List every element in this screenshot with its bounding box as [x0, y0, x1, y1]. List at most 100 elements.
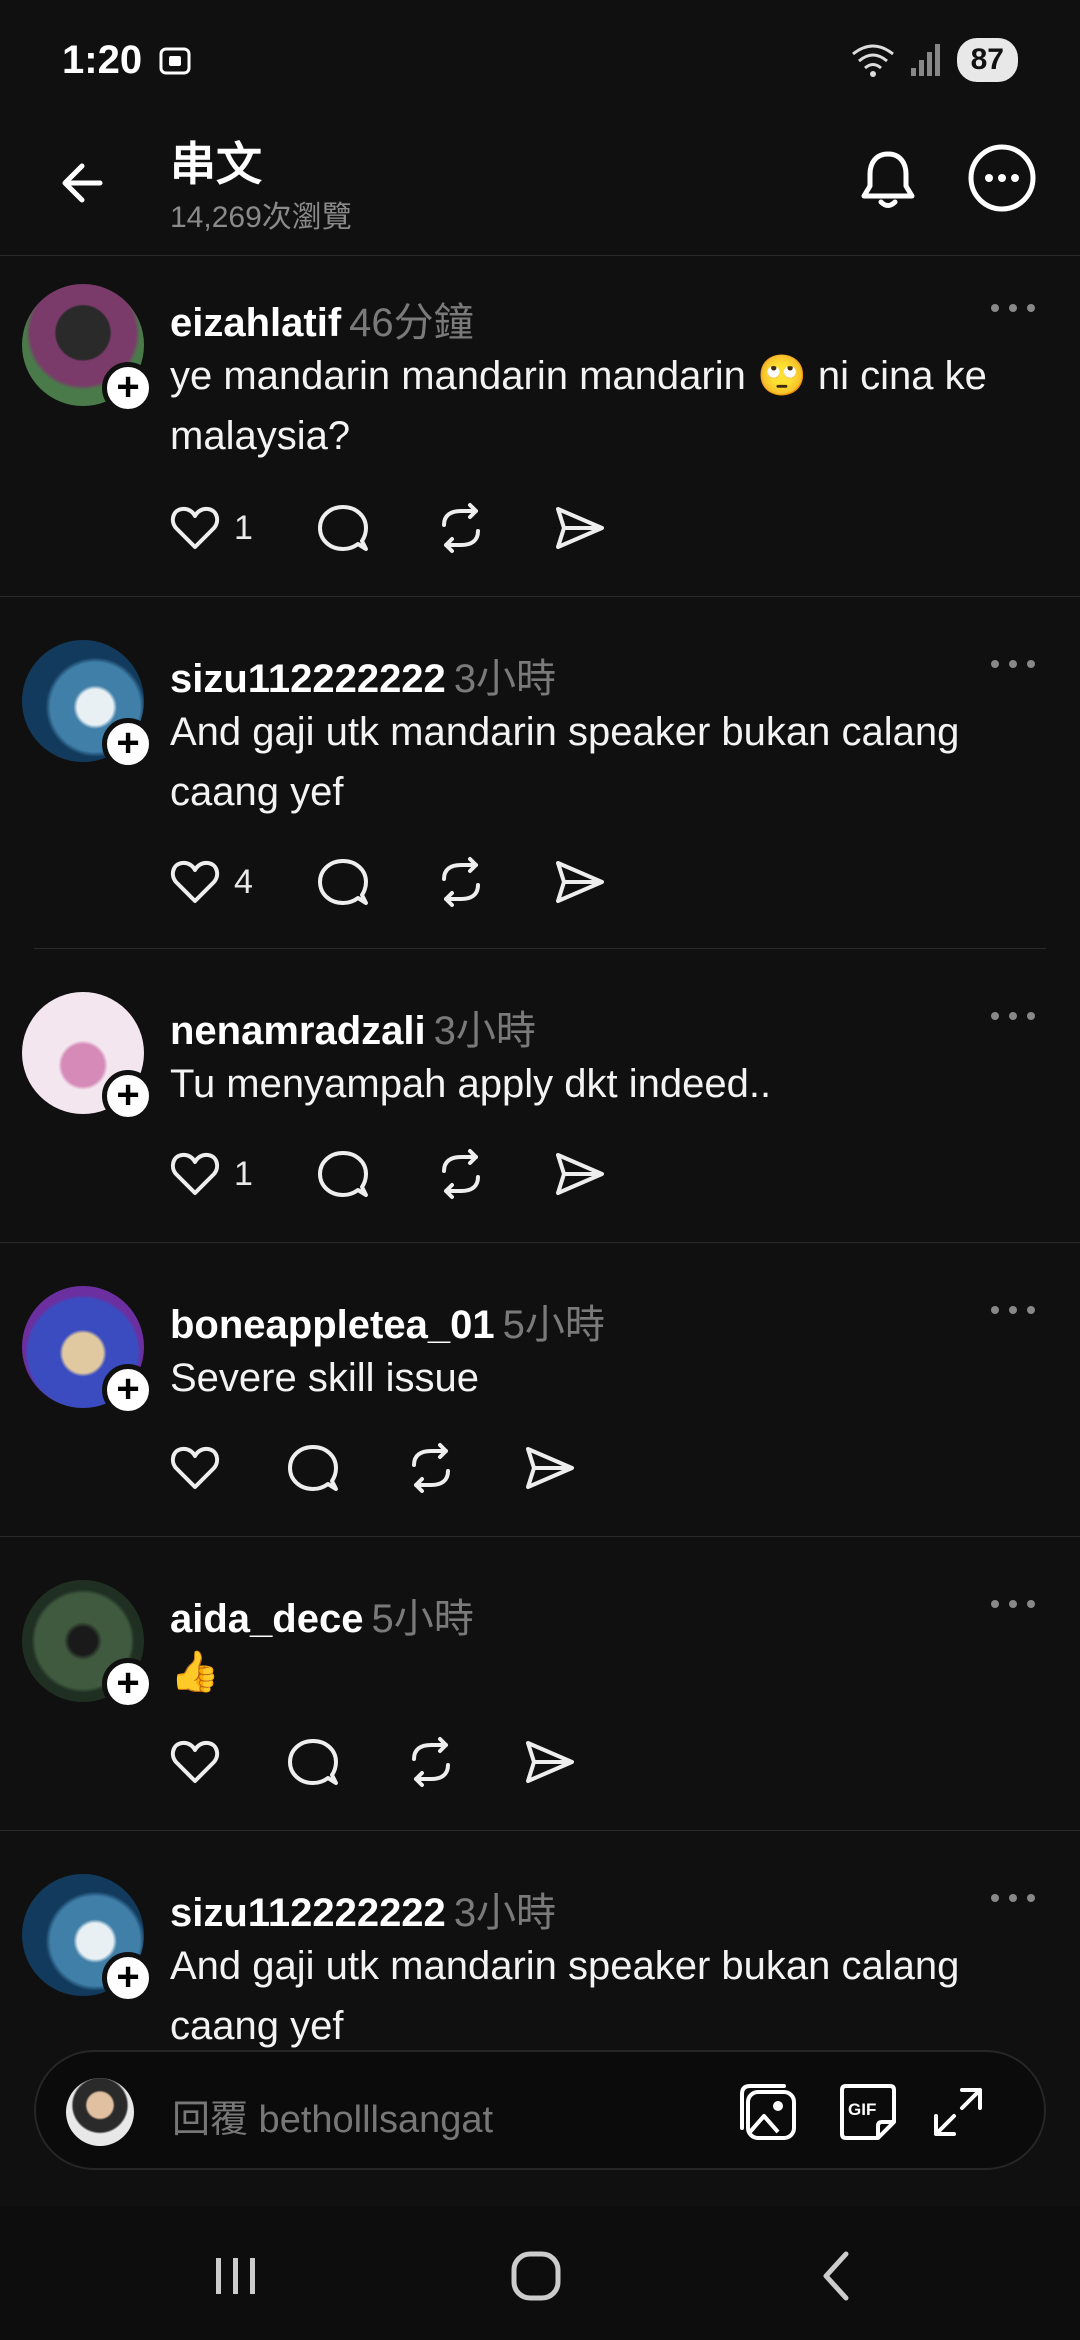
- reply-post: + aida_dece 5小時 👍: [0, 1550, 1080, 1830]
- like-button[interactable]: [168, 1732, 222, 1792]
- svg-text:GIF: GIF: [848, 2100, 876, 2119]
- page-title: 串文: [170, 138, 262, 190]
- thread-header: 串文 14,269次瀏覽: [0, 120, 1080, 256]
- username[interactable]: eizahlatif 46分鐘: [170, 290, 474, 348]
- view-count: 14,269次瀏覽: [170, 201, 352, 234]
- repost-button[interactable]: [434, 1144, 488, 1204]
- post-time: 5小時: [502, 1303, 605, 1347]
- share-button[interactable]: [552, 498, 606, 558]
- gif-icon[interactable]: GIF: [834, 2078, 902, 2146]
- send-icon: [526, 1447, 574, 1489]
- divider: [34, 948, 1046, 949]
- username[interactable]: aida_dece 5小時: [170, 1586, 474, 1644]
- post-menu-icon[interactable]: [988, 296, 1038, 320]
- like-button[interactable]: 1: [168, 498, 253, 558]
- comment-button[interactable]: [316, 498, 370, 558]
- post-text: Severe skill issue: [170, 1356, 480, 1400]
- send-icon: [526, 1741, 574, 1783]
- expand-icon[interactable]: [924, 2078, 992, 2146]
- repost-button[interactable]: [404, 1438, 458, 1498]
- divider: [0, 1242, 1080, 1243]
- like-button[interactable]: [168, 1438, 222, 1498]
- reply-input[interactable]: 回覆 betholllsangat GIF: [34, 2050, 1046, 2170]
- repost-button[interactable]: [404, 1732, 458, 1792]
- comment-button[interactable]: [316, 1144, 370, 1204]
- status-bar: 1:20 87: [0, 0, 1080, 120]
- like-count: 4: [234, 862, 253, 901]
- notification-bell-icon[interactable]: [852, 144, 924, 216]
- send-icon: [556, 861, 604, 903]
- post-menu-icon[interactable]: [988, 1886, 1038, 1910]
- post-text: Tu menyampah apply dkt indeed..: [170, 1062, 772, 1106]
- share-button[interactable]: [522, 1438, 576, 1498]
- status-time: 1:20: [62, 38, 143, 82]
- post-menu-icon[interactable]: [988, 1004, 1038, 1028]
- follow-button[interactable]: +: [102, 1658, 154, 1710]
- repost-icon: [442, 1149, 480, 1199]
- repost-button[interactable]: [434, 498, 488, 558]
- post-time: 3小時: [433, 1009, 536, 1053]
- reply-composer: 回覆 betholllsangat GIF: [0, 2050, 1080, 2206]
- screenshot-icon: [159, 47, 191, 75]
- post-text: ye mandarin mandarin mandarin 🙄 ni cina …: [170, 354, 987, 458]
- like-button[interactable]: 1: [168, 1144, 253, 1204]
- post-text: And gaji utk mandarin speaker bukan cala…: [170, 1944, 960, 2048]
- my-avatar: [66, 2078, 134, 2146]
- follow-button[interactable]: +: [102, 1070, 154, 1122]
- back-arrow-icon[interactable]: [52, 150, 118, 216]
- share-button[interactable]: [522, 1732, 576, 1792]
- follow-button[interactable]: +: [102, 1952, 154, 2004]
- home-icon[interactable]: [506, 2246, 566, 2306]
- repost-button[interactable]: [434, 852, 488, 912]
- username[interactable]: nenamradzali 3小時: [170, 998, 536, 1056]
- comment-icon: [318, 859, 368, 905]
- follow-button[interactable]: +: [102, 362, 154, 414]
- system-navigation-bar: [0, 2206, 1080, 2340]
- reply-placeholder: 回覆 betholllsangat: [172, 2099, 494, 2141]
- comment-button[interactable]: [286, 1732, 340, 1792]
- comment-button[interactable]: [286, 1438, 340, 1498]
- share-button[interactable]: [552, 852, 606, 912]
- post-text: 👍: [170, 1650, 220, 1694]
- send-icon: [556, 507, 604, 549]
- post-time: 5小時: [371, 1597, 474, 1641]
- post-menu-icon[interactable]: [988, 652, 1038, 676]
- comment-icon: [288, 1445, 338, 1491]
- status-indicators: 87: [851, 38, 1018, 82]
- divider: [0, 596, 1080, 597]
- comment-icon: [288, 1739, 338, 1785]
- reply-post: + sizu112222222 3小時 And gaji utk mandarin…: [0, 1844, 1080, 2050]
- repost-icon: [412, 1443, 450, 1493]
- username[interactable]: sizu112222222 3小時: [170, 646, 556, 704]
- username[interactable]: boneappletea_01 5小時: [170, 1292, 605, 1350]
- heart-icon: [170, 860, 220, 903]
- signal-icon: [910, 44, 940, 76]
- reply-post: + eizahlatif 46分鐘 ye mandarin mandarin ma…: [0, 256, 1080, 596]
- post-menu-icon[interactable]: [988, 1298, 1038, 1322]
- post-menu-icon[interactable]: [988, 1592, 1038, 1616]
- comment-icon: [318, 1151, 368, 1197]
- image-icon[interactable]: [734, 2078, 802, 2146]
- divider: [0, 1536, 1080, 1537]
- like-button[interactable]: 4: [168, 852, 253, 912]
- battery-indicator: 87: [956, 38, 1018, 82]
- heart-icon: [170, 506, 220, 549]
- repost-icon: [412, 1737, 450, 1787]
- comment-button[interactable]: [316, 852, 370, 912]
- reply-post: + sizu112222222 3小時 And gaji utk mandarin…: [0, 610, 1080, 948]
- repost-icon: [442, 857, 480, 907]
- heart-icon: [170, 1740, 220, 1783]
- follow-button[interactable]: +: [102, 1364, 154, 1416]
- share-button[interactable]: [552, 1144, 606, 1204]
- recent-apps-icon[interactable]: [206, 2246, 266, 2306]
- reply-post: + nenamradzali 3小時 Tu menyampah apply dkt…: [0, 962, 1080, 1242]
- post-time: 3小時: [453, 657, 557, 701]
- reply-post: + boneappletea_01 5小時 Severe skill issue: [0, 1256, 1080, 1536]
- post-text: And gaji utk mandarin speaker bukan cala…: [170, 710, 960, 814]
- heart-icon: [170, 1152, 220, 1195]
- more-options-icon[interactable]: [966, 142, 1038, 214]
- username[interactable]: sizu112222222 3小時: [170, 1880, 556, 1938]
- follow-button[interactable]: +: [102, 718, 154, 770]
- back-nav-icon[interactable]: [808, 2246, 868, 2306]
- repost-icon: [442, 503, 480, 553]
